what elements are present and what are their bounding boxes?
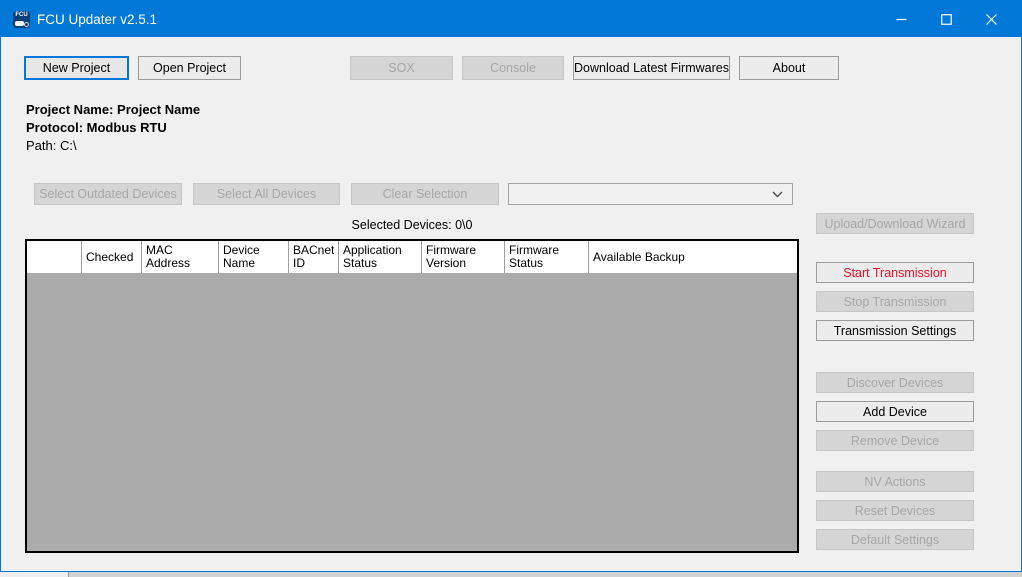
transmission-settings-button[interactable]: Transmission Settings [816,320,974,341]
fcu-app-icon: FCU [13,11,30,28]
add-device-button[interactable]: Add Device [816,401,974,422]
app-icon-label: FCU [13,12,30,18]
desktop-background-strip [68,572,1022,577]
column-header-application-status[interactable]: Application Status [339,241,422,273]
column-header-device-name[interactable]: Device Name [219,241,289,273]
column-header-bacnet-id[interactable]: BACnet ID [289,241,339,273]
select-all-devices-button[interactable]: Select All Devices [193,183,340,205]
column-header-checked[interactable]: Checked [82,241,142,273]
discover-devices-button[interactable]: Discover Devices [816,372,974,393]
download-latest-firmwares-button[interactable]: Download Latest Firmwares [573,56,730,80]
path-label: Path: C:\ [26,138,77,153]
column-header-firmware-version[interactable]: Firmware Version [422,241,505,273]
sox-button[interactable]: SOX [350,56,453,80]
protocol-label: Protocol: Modbus RTU [26,120,167,135]
maximize-icon [941,14,952,25]
app-window: FCU FCU Updater v2.5.1 New Project Open … [0,0,1022,572]
minimize-button[interactable] [879,1,924,37]
clear-selection-button[interactable]: Clear Selection [351,183,499,205]
upload-download-wizard-button[interactable]: Upload/Download Wizard [816,213,974,234]
default-settings-button[interactable]: Default Settings [816,529,974,550]
column-header-mac-address[interactable]: MAC Address [142,241,219,273]
selected-devices-count: Selected Devices: 0\0 [25,218,799,232]
start-transmission-button[interactable]: Start Transmission [816,262,974,283]
close-icon [986,14,997,25]
minimize-icon [896,14,907,25]
column-header-available-backup[interactable]: Available Backup [589,241,797,273]
window-controls [879,1,1021,37]
open-project-button[interactable]: Open Project [138,56,241,80]
console-button[interactable]: Console [462,56,564,80]
column-header-firmware-status[interactable]: Firmware Status [505,241,589,273]
select-outdated-devices-button[interactable]: Select Outdated Devices [34,183,182,205]
gear-icon [24,22,29,27]
about-button[interactable]: About [739,56,839,80]
window-title: FCU Updater v2.5.1 [37,12,157,27]
chevron-down-icon [772,191,783,198]
stop-transmission-button[interactable]: Stop Transmission [816,291,974,312]
project-name-label: Project Name: Project Name [26,102,200,117]
close-button[interactable] [969,1,1014,37]
nv-actions-button[interactable]: NV Actions [816,471,974,492]
maximize-button[interactable] [924,1,969,37]
reset-devices-button[interactable]: Reset Devices [816,500,974,521]
device-type-dropdown[interactable] [508,183,793,205]
new-project-button[interactable]: New Project [24,56,129,80]
device-table-body[interactable] [27,273,797,551]
device-table: Checked MAC Address Device Name BACnet I… [25,239,799,553]
column-header-row-selector[interactable] [27,241,82,273]
title-bar[interactable]: FCU FCU Updater v2.5.1 [1,1,1021,37]
remove-device-button[interactable]: Remove Device [816,430,974,451]
device-table-header: Checked MAC Address Device Name BACnet I… [27,241,797,273]
